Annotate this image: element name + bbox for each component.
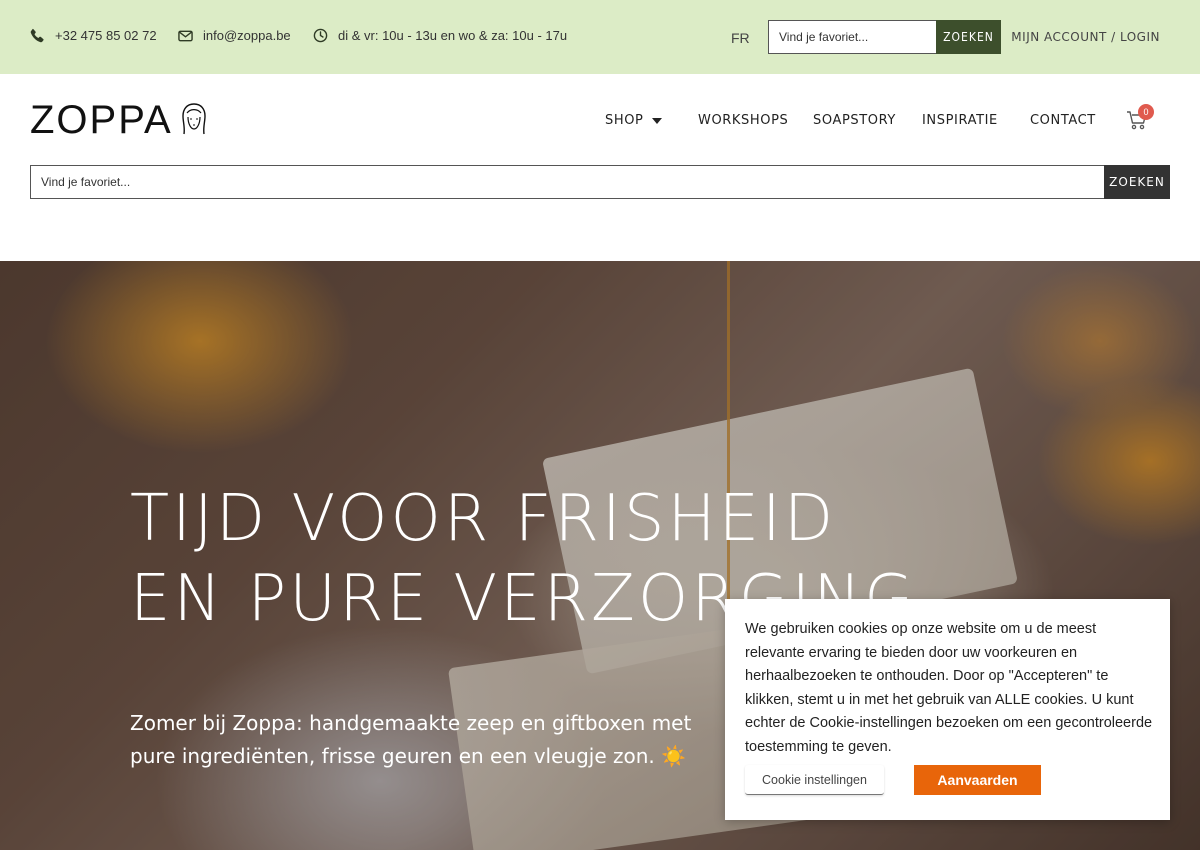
nav-label: SOAPSTORY xyxy=(813,113,896,128)
cookie-text: We gebruiken cookies op onze website om … xyxy=(745,621,1153,755)
cart-count-badge: 0 xyxy=(1138,104,1154,120)
site-logo[interactable]: ZOPPA xyxy=(30,98,209,143)
phone-contact[interactable]: +32 475 85 02 72 xyxy=(30,28,157,43)
main-search-form: ZOEKEN xyxy=(30,165,1170,199)
hero-title-line: TIJD VOOR FRISHEID xyxy=(130,482,837,556)
cookie-settings-button[interactable]: Cookie instellingen xyxy=(745,765,884,795)
top-search-form: ZOEKEN xyxy=(768,20,1001,54)
nav-item-inspiratie[interactable]: INSPIRATIE xyxy=(922,113,998,128)
envelope-icon xyxy=(178,30,193,41)
clock-icon xyxy=(313,28,328,43)
hero-subtitle: Zomer bij Zoppa: handgemaakte zeep en gi… xyxy=(130,711,692,768)
top-bar: +32 475 85 02 72 info@zoppa.be di & vr: … xyxy=(0,0,1200,74)
opening-hours: di & vr: 10u - 13u en wo & za: 10u - 17u xyxy=(313,28,567,43)
nav-label: CONTACT xyxy=(1030,113,1096,128)
nav-item-soapstory[interactable]: SOAPSTORY xyxy=(813,113,896,128)
language-switch[interactable]: FR xyxy=(731,30,750,46)
top-search-input[interactable] xyxy=(768,20,936,54)
top-search-button[interactable]: ZOEKEN xyxy=(936,20,1001,54)
email-address: info@zoppa.be xyxy=(203,28,291,43)
caret-down-icon xyxy=(651,117,662,124)
hours-text: di & vr: 10u - 13u en wo & za: 10u - 17u xyxy=(338,28,568,43)
nav-label: WORKSHOPS xyxy=(698,113,789,128)
nav-item-contact[interactable]: CONTACT xyxy=(1030,113,1096,128)
nav-label: INSPIRATIE xyxy=(922,113,998,128)
cookie-consent-banner: We gebruiken cookies op onze website om … xyxy=(725,599,1170,820)
logo-face-icon xyxy=(181,102,206,134)
main-search-input[interactable] xyxy=(30,165,1104,199)
email-contact[interactable]: info@zoppa.be xyxy=(178,28,291,43)
main-search-button[interactable]: ZOEKEN xyxy=(1104,165,1170,199)
cart-button[interactable]: 0 xyxy=(1126,104,1154,134)
nav-item-workshops[interactable]: WORKSHOPS xyxy=(698,113,788,128)
nav-item-shop[interactable]: SHOP xyxy=(605,113,662,128)
account-login-link[interactable]: MIJN ACCOUNT / LOGIN xyxy=(1011,30,1160,44)
cookie-accept-button[interactable]: Aanvaarden xyxy=(914,765,1041,795)
phone-number: +32 475 85 02 72 xyxy=(55,28,157,43)
phone-icon xyxy=(30,28,44,43)
nav-label: SHOP xyxy=(605,113,644,128)
logo-text: ZOPPA xyxy=(30,98,173,142)
